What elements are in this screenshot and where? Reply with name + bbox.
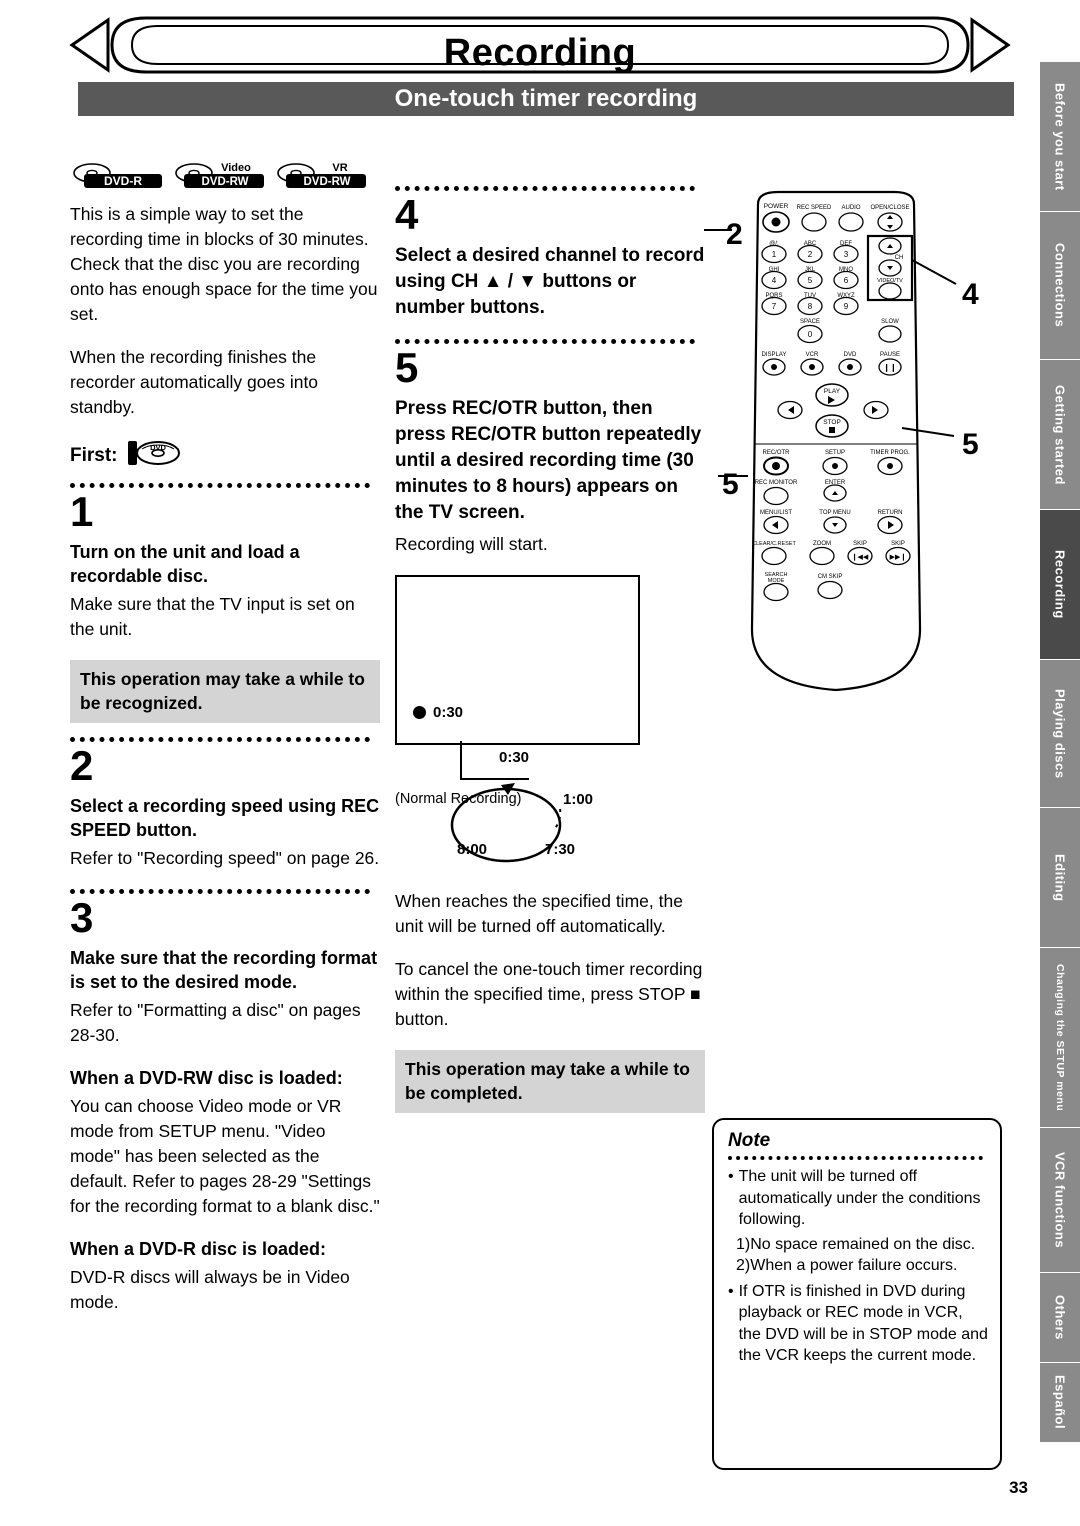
step-4-heading: Select a desired channel to record using… <box>395 245 705 318</box>
first-load-disc: First: DVD <box>70 438 380 473</box>
note-item-3: 2)When a power failure occurs. <box>736 1257 958 1274</box>
cycle-label-100: 1:00 <box>563 791 594 808</box>
step-4-number: 4 <box>395 191 419 238</box>
callout-5-right: 5 <box>962 428 979 461</box>
after-paragraph-1: When reaches the specified time, the uni… <box>395 891 683 936</box>
svg-text:VR: VR <box>332 162 347 174</box>
note-text-1: The unit will be turned off automaticall… <box>738 1168 981 1228</box>
step-1-note-box: This operation may take a while to be re… <box>70 660 380 723</box>
step-1-number: 1 <box>70 488 94 535</box>
svg-text:DVD-RW: DVD-RW <box>303 176 350 188</box>
side-tab-connections[interactable]: Connections <box>1040 212 1080 360</box>
step-2-body: Refer to "Recording speed" on page 26. <box>70 848 380 868</box>
side-tab-espanol[interactable]: Español <box>1040 1363 1080 1443</box>
step-3-heading: Make sure that the recording format is s… <box>70 948 378 992</box>
cycle-label-800: 8:00 <box>457 841 488 858</box>
after-paragraph-2: To cancel the one-touch timer recording … <box>395 959 703 1029</box>
step-3-number: 3 <box>70 894 94 941</box>
divider-step1 <box>70 483 370 488</box>
page-title: Recording <box>443 32 637 74</box>
step-2-number: 2 <box>70 742 94 789</box>
note-item-2: 1)No space remained on the disc. <box>736 1235 976 1253</box>
side-tab-strip: Before you start Connections Getting sta… <box>1040 62 1080 1526</box>
remote-control-figure: POWER REC SPEED AUDIO OPEN/CLOSE @/: ABC… <box>704 188 968 698</box>
callout-4: 4 <box>962 278 979 311</box>
step-5-number: 5 <box>395 344 419 391</box>
cycle-label-730: 7:30 <box>545 841 576 858</box>
step-5-heading: Press REC/OTR button, then press REC/OTR… <box>395 398 702 523</box>
rec-time-display: 0:30 <box>433 704 464 721</box>
note-box: Note • The unit will be turned off autom… <box>712 1118 1002 1470</box>
divider-step4 <box>395 186 695 191</box>
cycle-label-normal: (Normal Recording) <box>395 791 522 807</box>
disc-logo-dvd-rw-vr: VR DVD-RW <box>274 160 368 188</box>
title-banner: Recording <box>60 14 1020 76</box>
side-tab-getting-started[interactable]: Getting started <box>1040 360 1080 510</box>
record-dot-icon <box>413 706 426 719</box>
middle-column: 4 Select a desired channel to record usi… <box>395 176 705 1127</box>
disc-logo-dvd-r: DVD-R <box>70 160 164 188</box>
divider-step2 <box>70 737 370 742</box>
step-1-body: Make sure that the TV input is set on th… <box>70 594 355 639</box>
tv-screen: 0:30 <box>395 575 640 780</box>
note-text-4: If OTR is finished in DVD during playbac… <box>738 1282 988 1365</box>
tv-screen-figure: 0:30 0:30 (Normal Recording) 1:00 8:00 7… <box>395 575 705 879</box>
intro-paragraph-2: When the recording finishes the recorder… <box>70 347 319 417</box>
svg-text:DVD-RW: DVD-RW <box>201 176 248 188</box>
note-divider <box>728 1156 983 1160</box>
step-3-sub2-body: DVD-R discs will always be in Video mode… <box>70 1267 350 1312</box>
section-subtitle: One-touch timer recording <box>78 82 1014 116</box>
note-item-1: • The unit will be turned off automatica… <box>728 1166 988 1231</box>
step-2-heading: Select a recording speed using REC SPEED… <box>70 796 380 840</box>
cycle-label-030: 0:30 <box>499 749 530 766</box>
note-item-4: • If OTR is finished in DVD during playb… <box>728 1281 988 1367</box>
step-3-body: Refer to "Formatting a disc" on pages 28… <box>70 1000 361 1045</box>
side-tab-others[interactable]: Others <box>1040 1273 1080 1363</box>
rec-indicator: 0:30 <box>413 704 463 721</box>
side-tab-playing-discs[interactable]: Playing discs <box>1040 660 1080 808</box>
side-tab-recording[interactable]: Recording <box>1040 510 1080 660</box>
intro-paragraph-1: This is a simple way to set the recordin… <box>70 204 378 324</box>
step-1-heading: Turn on the unit and load a recordable d… <box>70 542 300 586</box>
completion-note-box: This operation may take a while to be co… <box>395 1050 705 1113</box>
dvd-disc-icon: DVD <box>127 438 186 473</box>
side-tab-editing[interactable]: Editing <box>1040 808 1080 948</box>
svg-text:DVD: DVD <box>150 443 166 452</box>
divider-step5 <box>395 339 695 344</box>
disc-logo-dvd-rw-video: Video DVD-RW <box>172 160 266 188</box>
note-title: Note <box>728 1130 771 1151</box>
step-3-sub2-heading: When a DVD-R disc is loaded: <box>70 1239 327 1259</box>
svg-text:DVD-R: DVD-R <box>104 174 142 188</box>
note-bullet-1: • <box>728 1168 734 1185</box>
step-3-sub1-body: You can choose Video mode or VR mode fro… <box>70 1096 380 1216</box>
side-tab-changing-setup-menu[interactable]: Changing the SETUP menu <box>1040 948 1080 1128</box>
left-column: DVD-R Video DVD-RW VR DVD-RW This is a s… <box>70 160 380 1333</box>
divider-step3 <box>70 889 370 894</box>
step-3-sub1-heading: When a DVD-RW disc is loaded: <box>70 1068 343 1088</box>
side-tab-vcr-functions[interactable]: VCR functions <box>1040 1128 1080 1273</box>
callout-5-left: 5 <box>722 468 739 501</box>
page-number: 33 <box>1009 1478 1028 1497</box>
callout-2: 2 <box>726 218 743 251</box>
first-label: First: <box>70 444 118 466</box>
side-tab-before-you-start[interactable]: Before you start <box>1040 62 1080 212</box>
svg-text:Video: Video <box>221 162 251 174</box>
step-5-body: Recording will start. <box>395 534 548 554</box>
otr-cycle-diagram: 0:30 (Normal Recording) 1:00 8:00 7:30 <box>395 749 655 879</box>
note-bullet-2: • <box>728 1282 734 1300</box>
disc-logo-group: DVD-R Video DVD-RW VR DVD-RW <box>70 160 380 188</box>
